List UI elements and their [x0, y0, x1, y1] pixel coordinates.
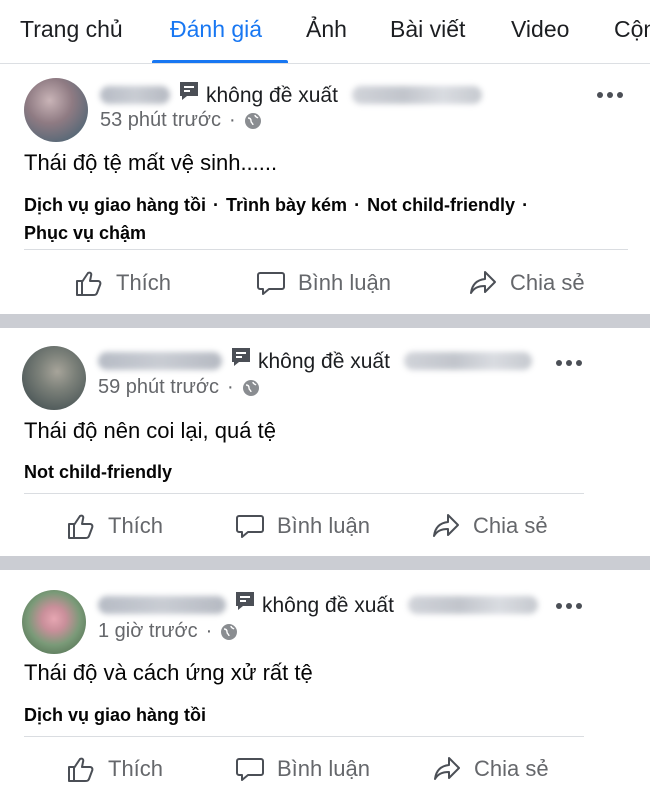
- comment-icon: [236, 515, 264, 538]
- like-icon: [76, 271, 102, 296]
- avatar[interactable]: [24, 78, 88, 142]
- tab-home[interactable]: Trang chủ: [20, 16, 123, 43]
- post-time[interactable]: 59 phút trước: [98, 376, 219, 399]
- review-tag: Dịch vụ giao hàng tồi: [24, 705, 207, 725]
- review-text: Thái độ tệ mất vệ sinh......: [24, 150, 278, 175]
- more-options-icon[interactable]: [597, 90, 627, 100]
- post-time[interactable]: 53 phút trước: [100, 109, 221, 132]
- tab-photos[interactable]: Ảnh: [306, 16, 347, 43]
- comment-label: Bình luận: [277, 756, 370, 781]
- avatar[interactable]: [22, 346, 86, 410]
- tab-videos[interactable]: Video: [511, 16, 569, 43]
- review-text: Thái độ và cách ứng xử rất tệ: [24, 660, 313, 685]
- divider: [24, 493, 584, 494]
- comment-label: Bình luận: [277, 513, 370, 538]
- share-button[interactable]: Chia sẻ: [431, 511, 548, 541]
- like-icon: [68, 757, 94, 782]
- like-button[interactable]: Thích: [66, 754, 163, 784]
- comment-label: Bình luận: [298, 270, 391, 295]
- review-tag: Dịch vụ giao hàng tồi: [24, 195, 207, 215]
- not-recommend-icon: [180, 82, 198, 100]
- page-tabs: Trang chủ Đánh giá Ảnh Bài viết Video Cộ…: [0, 0, 650, 64]
- recommendation-status: không đề xuất: [258, 350, 390, 373]
- review-tags: Dịch vụ giao hàng tồi · Trình bày kém · Not …: [24, 195, 529, 243]
- not-recommend-icon: [232, 348, 250, 366]
- post-meta: 59 phút trước ·: [98, 376, 260, 399]
- review-post: không đề xuất 59 phút trước · Thái độ nên…: [0, 328, 650, 556]
- share-label: Chia sẻ: [510, 270, 585, 295]
- review-post: không đề xuất 1 giờ trước · Thái độ và cá…: [0, 570, 650, 796]
- more-options-icon[interactable]: [556, 601, 586, 611]
- like-label: Thích: [108, 513, 164, 538]
- share-button[interactable]: Chia sẻ: [432, 754, 549, 784]
- share-label: Chia sẻ: [474, 756, 549, 781]
- comment-icon: [257, 272, 285, 295]
- comment-icon: [236, 758, 264, 781]
- comment-button[interactable]: Bình luận: [235, 754, 370, 784]
- review-text: Thái độ nên coi lại, quá tệ: [24, 418, 276, 443]
- not-recommend-icon: [236, 592, 254, 610]
- review-tag: Not child-friendly: [367, 195, 516, 215]
- share-icon: [434, 757, 460, 780]
- comment-button[interactable]: Bình luận: [235, 511, 370, 541]
- like-icon: [68, 514, 94, 539]
- divider: [24, 736, 584, 737]
- tab-community[interactable]: Cộn: [614, 16, 650, 43]
- post-separator: [0, 314, 650, 328]
- post-time[interactable]: 1 giờ trước: [98, 620, 198, 643]
- share-icon: [470, 271, 496, 294]
- globe-icon: [242, 379, 259, 396]
- post-separator: [0, 556, 650, 570]
- more-options-icon[interactable]: [556, 358, 586, 368]
- share-label: Chia sẻ: [473, 513, 548, 538]
- comment-button[interactable]: Bình luận: [256, 268, 391, 298]
- reviewer-name-blurred[interactable]: [98, 352, 222, 370]
- page-name-blurred[interactable]: [404, 352, 532, 370]
- review-tags: Not child-friendly: [24, 458, 172, 486]
- recommendation-status: không đề xuất: [206, 84, 338, 107]
- like-button[interactable]: Thích: [74, 268, 171, 298]
- avatar[interactable]: [22, 590, 86, 654]
- share-icon: [433, 514, 459, 537]
- divider: [24, 249, 628, 250]
- like-label: Thích: [116, 270, 172, 295]
- reviewer-name-blurred[interactable]: [98, 596, 226, 614]
- page-name-blurred[interactable]: [352, 86, 482, 104]
- review-tags: Dịch vụ giao hàng tồi: [24, 701, 206, 729]
- review-tag: Trình bày kém: [226, 195, 348, 215]
- tab-reviews[interactable]: Đánh giá: [170, 16, 262, 43]
- page-name-blurred[interactable]: [408, 596, 538, 614]
- like-button[interactable]: Thích: [66, 511, 163, 541]
- globe-icon: [244, 112, 261, 129]
- recommendation-status: không đề xuất: [262, 594, 394, 617]
- reviewer-name-blurred[interactable]: [100, 86, 170, 104]
- post-meta: 1 giờ trước ·: [98, 620, 238, 643]
- post-meta: 53 phút trước ·: [100, 109, 262, 132]
- review-post: không đề xuất 53 phút trước · Thái độ tệ …: [0, 64, 650, 314]
- globe-icon: [221, 623, 238, 640]
- tab-posts[interactable]: Bài viết: [390, 16, 465, 43]
- share-button[interactable]: Chia sẻ: [468, 268, 585, 298]
- review-tag: Phục vụ chậm: [24, 223, 147, 243]
- like-label: Thích: [108, 756, 164, 781]
- review-tag: Not child-friendly: [24, 462, 172, 482]
